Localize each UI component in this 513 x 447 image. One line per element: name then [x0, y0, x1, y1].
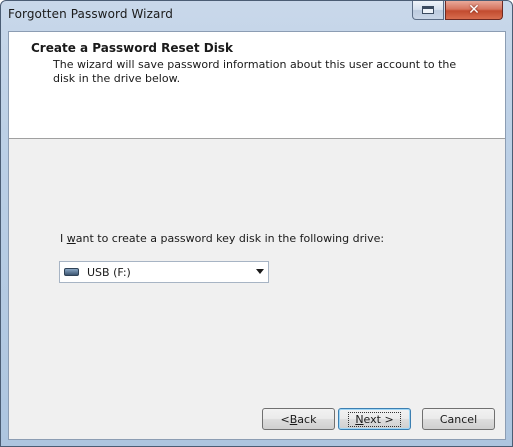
- next-button[interactable]: Next >: [338, 408, 411, 430]
- close-button[interactable]: ✕: [445, 1, 503, 20]
- close-icon: ✕: [468, 2, 480, 18]
- dropdown-arrow-icon[interactable]: [256, 269, 264, 274]
- maximize-button[interactable]: [412, 1, 444, 20]
- window-title: Forgotten Password Wizard: [8, 7, 174, 21]
- drive-select[interactable]: USB (F:): [59, 261, 269, 283]
- wizard-client-area: Create a Password Reset Disk The wizard …: [8, 31, 506, 440]
- usb-drive-icon: [64, 268, 79, 276]
- drive-select-value: USB (F:): [87, 265, 131, 279]
- cancel-button[interactable]: Cancel: [422, 408, 495, 430]
- maximize-icon: [422, 6, 434, 14]
- next-focus-indicator: Next >: [348, 411, 401, 427]
- title-bar[interactable]: Forgotten Password Wizard ✕: [1, 1, 512, 31]
- wizard-window: Forgotten Password Wizard ✕ Create a Pas…: [0, 0, 513, 447]
- page-description: The wizard will save password informatio…: [53, 58, 457, 85]
- drive-prompt-label: I want to create a password key disk in …: [60, 232, 385, 245]
- back-button[interactable]: < Back: [262, 408, 335, 430]
- wizard-header: Create a Password Reset Disk The wizard …: [9, 32, 505, 139]
- page-title: Create a Password Reset Disk: [31, 41, 233, 55]
